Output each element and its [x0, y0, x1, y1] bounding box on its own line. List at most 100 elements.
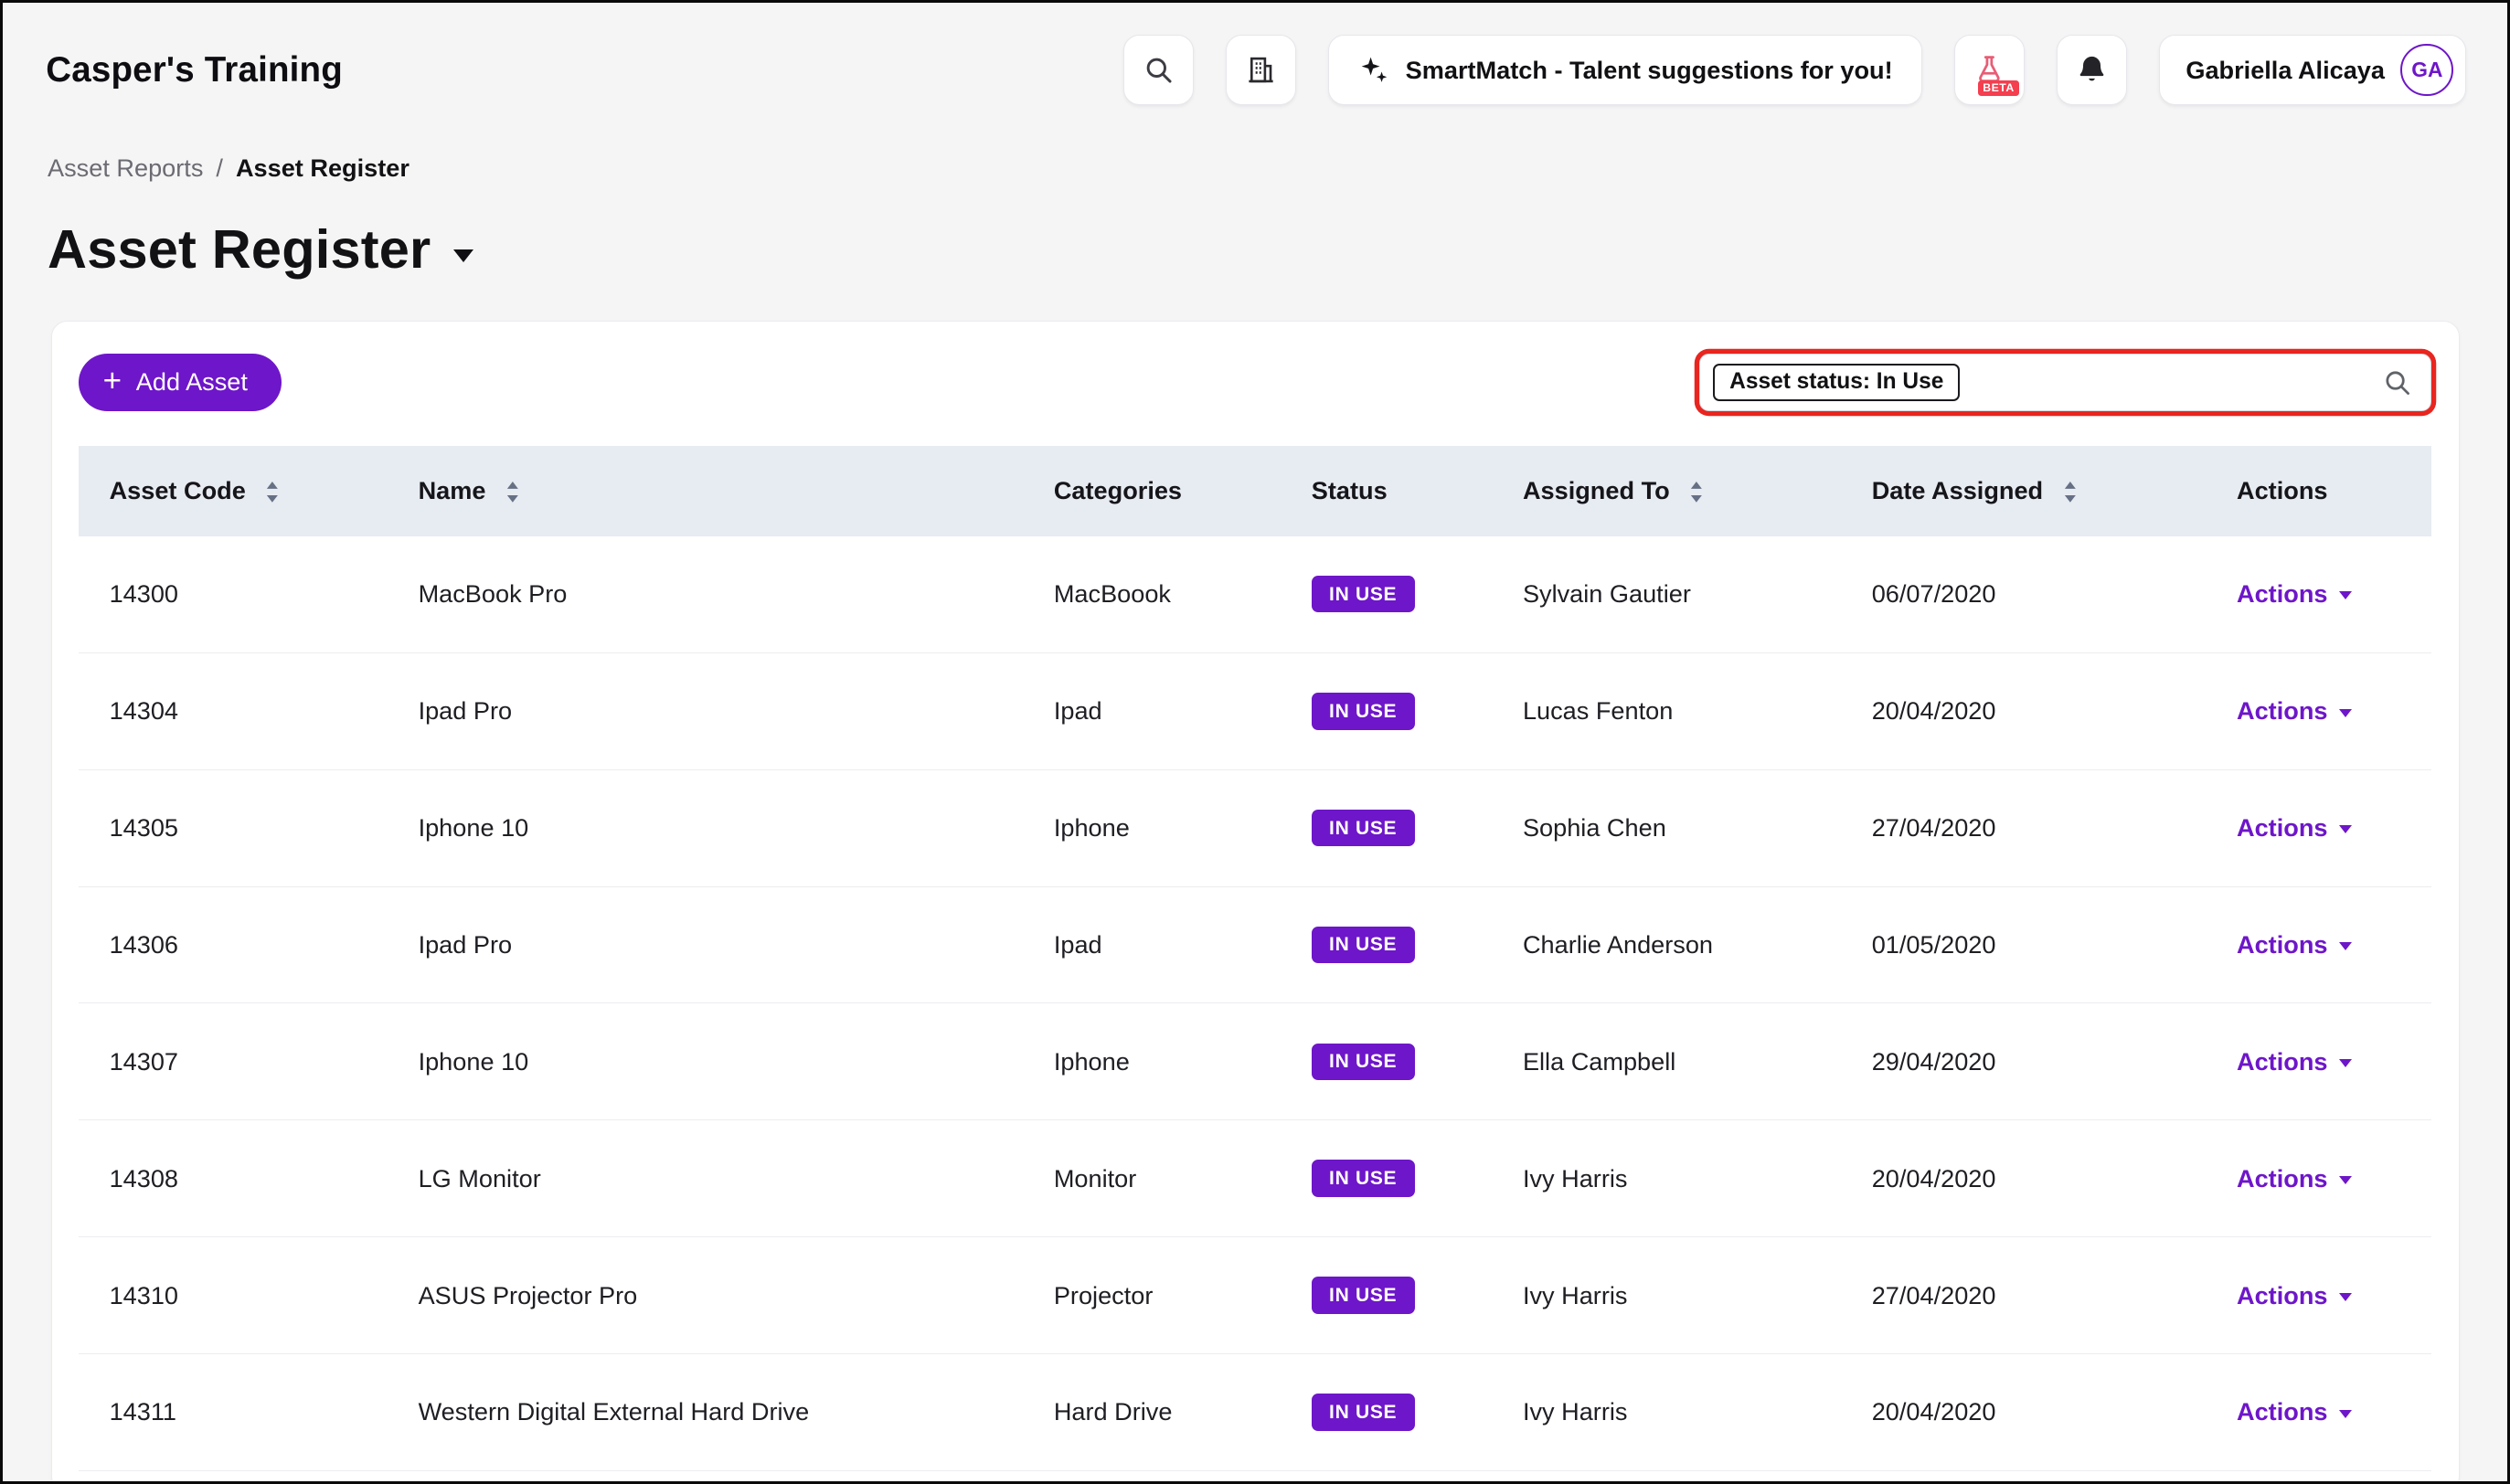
category-cell: Iphone: [1024, 769, 1282, 886]
chevron-down-icon: [2339, 1293, 2352, 1301]
actions-button[interactable]: Actions: [2237, 1281, 2352, 1310]
asset-name-cell: Western Digital External Hard Drive: [388, 1353, 1023, 1470]
asset-code-cell: 14310: [79, 1237, 388, 1354]
date-assigned-cell: 06/07/2020: [1841, 536, 2206, 653]
status-badge: IN USE: [1312, 1160, 1415, 1197]
labs-button[interactable]: BETA: [1954, 35, 2025, 105]
category-cell: Iphone: [1024, 1003, 1282, 1120]
asset-code-cell: 14306: [79, 886, 388, 1003]
company-button[interactable]: [1226, 35, 1296, 105]
date-assigned-cell: 27/04/2020: [1841, 1237, 2206, 1354]
actions-button[interactable]: Actions: [2237, 696, 2352, 726]
bell-icon: [2076, 54, 2108, 86]
asset-name-cell: Ipad Pro: [388, 886, 1023, 1003]
status-cell: IN USE: [1282, 1353, 1493, 1470]
status-cell: IN USE: [1282, 886, 1493, 1003]
category-cell: Ipad: [1024, 886, 1282, 1003]
status-cell: IN USE: [1282, 536, 1493, 653]
category-cell: Projector: [1024, 1237, 1282, 1354]
asset-name-cell: Iphone 10: [388, 769, 1023, 886]
notifications-button[interactable]: [2057, 35, 2127, 105]
status-badge: IN USE: [1312, 576, 1415, 613]
date-assigned-cell: 27/04/2020: [1841, 769, 2206, 886]
actions-button[interactable]: Actions: [2237, 1164, 2352, 1193]
actions-cell: Actions: [2207, 1353, 2431, 1470]
status-cell: IN USE: [1282, 652, 1493, 769]
actions-cell: Actions: [2207, 1237, 2431, 1354]
actions-cell: Actions: [2207, 1120, 2431, 1237]
asset-name-cell: Iphone 10: [388, 1003, 1023, 1120]
column-header-actions: Actions: [2207, 446, 2431, 535]
actions-button[interactable]: Actions: [2237, 930, 2352, 959]
smartmatch-button[interactable]: SmartMatch - Talent suggestions for you!: [1328, 35, 1923, 105]
actions-cell: Actions: [2207, 652, 2431, 769]
asset-code-cell: 14304: [79, 652, 388, 769]
status-cell: IN USE: [1282, 1003, 1493, 1120]
table-row: 14300 MacBook Pro MacBoook IN USE Sylvai…: [79, 536, 2430, 653]
status-badge: IN USE: [1312, 1277, 1415, 1314]
actions-button[interactable]: Actions: [2237, 579, 2352, 609]
assigned-to-cell: Ivy Harris: [1493, 1237, 1842, 1354]
breadcrumb-parent[interactable]: Asset Reports: [48, 154, 203, 183]
user-name: Gabriella Alicaya: [2186, 56, 2385, 85]
status-badge: IN USE: [1312, 927, 1415, 964]
asset-code-cell: 14305: [79, 769, 388, 886]
date-assigned-cell: 01/05/2020: [1841, 886, 2206, 1003]
assigned-to-cell: Lucas Fenton: [1493, 652, 1842, 769]
column-header-asset-code[interactable]: Asset Code: [79, 446, 388, 535]
column-header-date-assigned[interactable]: Date Assigned: [1841, 446, 2206, 535]
table-row: 14310 ASUS Projector Pro Projector IN US…: [79, 1237, 2430, 1354]
header-actions: SmartMatch - Talent suggestions for you!…: [1123, 35, 2466, 105]
asset-table: Asset Code Name Categories Status Assi: [79, 446, 2430, 1470]
status-cell: IN USE: [1282, 1237, 1493, 1354]
building-icon: [1245, 54, 1277, 86]
column-header-categories: Categories: [1024, 446, 1282, 535]
chevron-down-icon: [2339, 1176, 2352, 1184]
asset-register-card: + Add Asset Asset status: In Use Asset C: [51, 321, 2460, 1484]
search-icon: [1143, 54, 1175, 86]
chevron-down-icon: [2339, 591, 2352, 599]
page-title: Asset Register: [48, 217, 431, 281]
app-window: Casper's Training: [0, 0, 2510, 1484]
filter-tag[interactable]: Asset status: In Use: [1713, 364, 1960, 401]
asset-filter-search-box[interactable]: Asset status: In Use: [1699, 354, 2430, 411]
add-asset-label: Add Asset: [136, 367, 248, 397]
sort-icon: [505, 482, 520, 503]
table-row: 14306 Ipad Pro Ipad IN USE Charlie Ander…: [79, 886, 2430, 1003]
asset-name-cell: Ipad Pro: [388, 652, 1023, 769]
plus-icon: +: [103, 365, 122, 397]
status-badge: IN USE: [1312, 1044, 1415, 1081]
user-menu[interactable]: Gabriella Alicaya GA: [2159, 35, 2465, 105]
date-assigned-cell: 29/04/2020: [1841, 1003, 2206, 1120]
table-row: 14308 LG Monitor Monitor IN USE Ivy Harr…: [79, 1120, 2430, 1237]
table-row: 14304 Ipad Pro Ipad IN USE Lucas Fenton …: [79, 652, 2430, 769]
status-badge: IN USE: [1312, 810, 1415, 847]
actions-cell: Actions: [2207, 1003, 2431, 1120]
assigned-to-cell: Ivy Harris: [1493, 1353, 1842, 1470]
category-cell: Hard Drive: [1024, 1353, 1282, 1470]
asset-name-cell: ASUS Projector Pro: [388, 1237, 1023, 1354]
asset-code-cell: 14300: [79, 536, 388, 653]
asset-code-cell: 14307: [79, 1003, 388, 1120]
sort-icon: [2063, 482, 2078, 503]
search-button[interactable]: [1123, 35, 1194, 105]
chevron-down-icon: [2339, 942, 2352, 950]
asset-code-cell: 14311: [79, 1353, 388, 1470]
actions-cell: Actions: [2207, 536, 2431, 653]
column-header-assigned-to[interactable]: Assigned To: [1493, 446, 1842, 535]
date-assigned-cell: 20/04/2020: [1841, 652, 2206, 769]
category-cell: MacBoook: [1024, 536, 1282, 653]
actions-button[interactable]: Actions: [2237, 813, 2352, 843]
actions-button[interactable]: Actions: [2237, 1047, 2352, 1076]
column-header-name[interactable]: Name: [388, 446, 1023, 535]
actions-cell: Actions: [2207, 886, 2431, 1003]
top-header: Casper's Training: [3, 3, 2507, 137]
sparkle-icon: [1357, 54, 1389, 86]
breadcrumb-current: Asset Register: [236, 154, 409, 183]
status-badge: IN USE: [1312, 1394, 1415, 1431]
add-asset-button[interactable]: + Add Asset: [79, 354, 281, 411]
actions-button[interactable]: Actions: [2237, 1397, 2352, 1426]
title-chevron-down-icon[interactable]: [453, 249, 473, 262]
asset-name-cell: MacBook Pro: [388, 536, 1023, 653]
table-row: 14305 Iphone 10 Iphone IN USE Sophia Che…: [79, 769, 2430, 886]
